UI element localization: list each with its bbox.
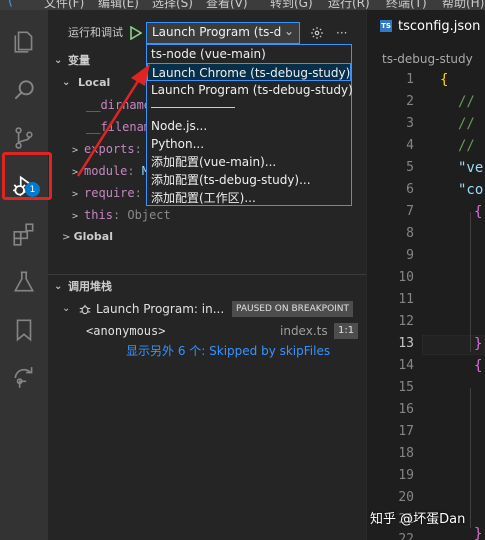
watermark: 知乎 @坏蛋Dan: [370, 512, 466, 527]
annotation-arrow: [76, 64, 150, 177]
